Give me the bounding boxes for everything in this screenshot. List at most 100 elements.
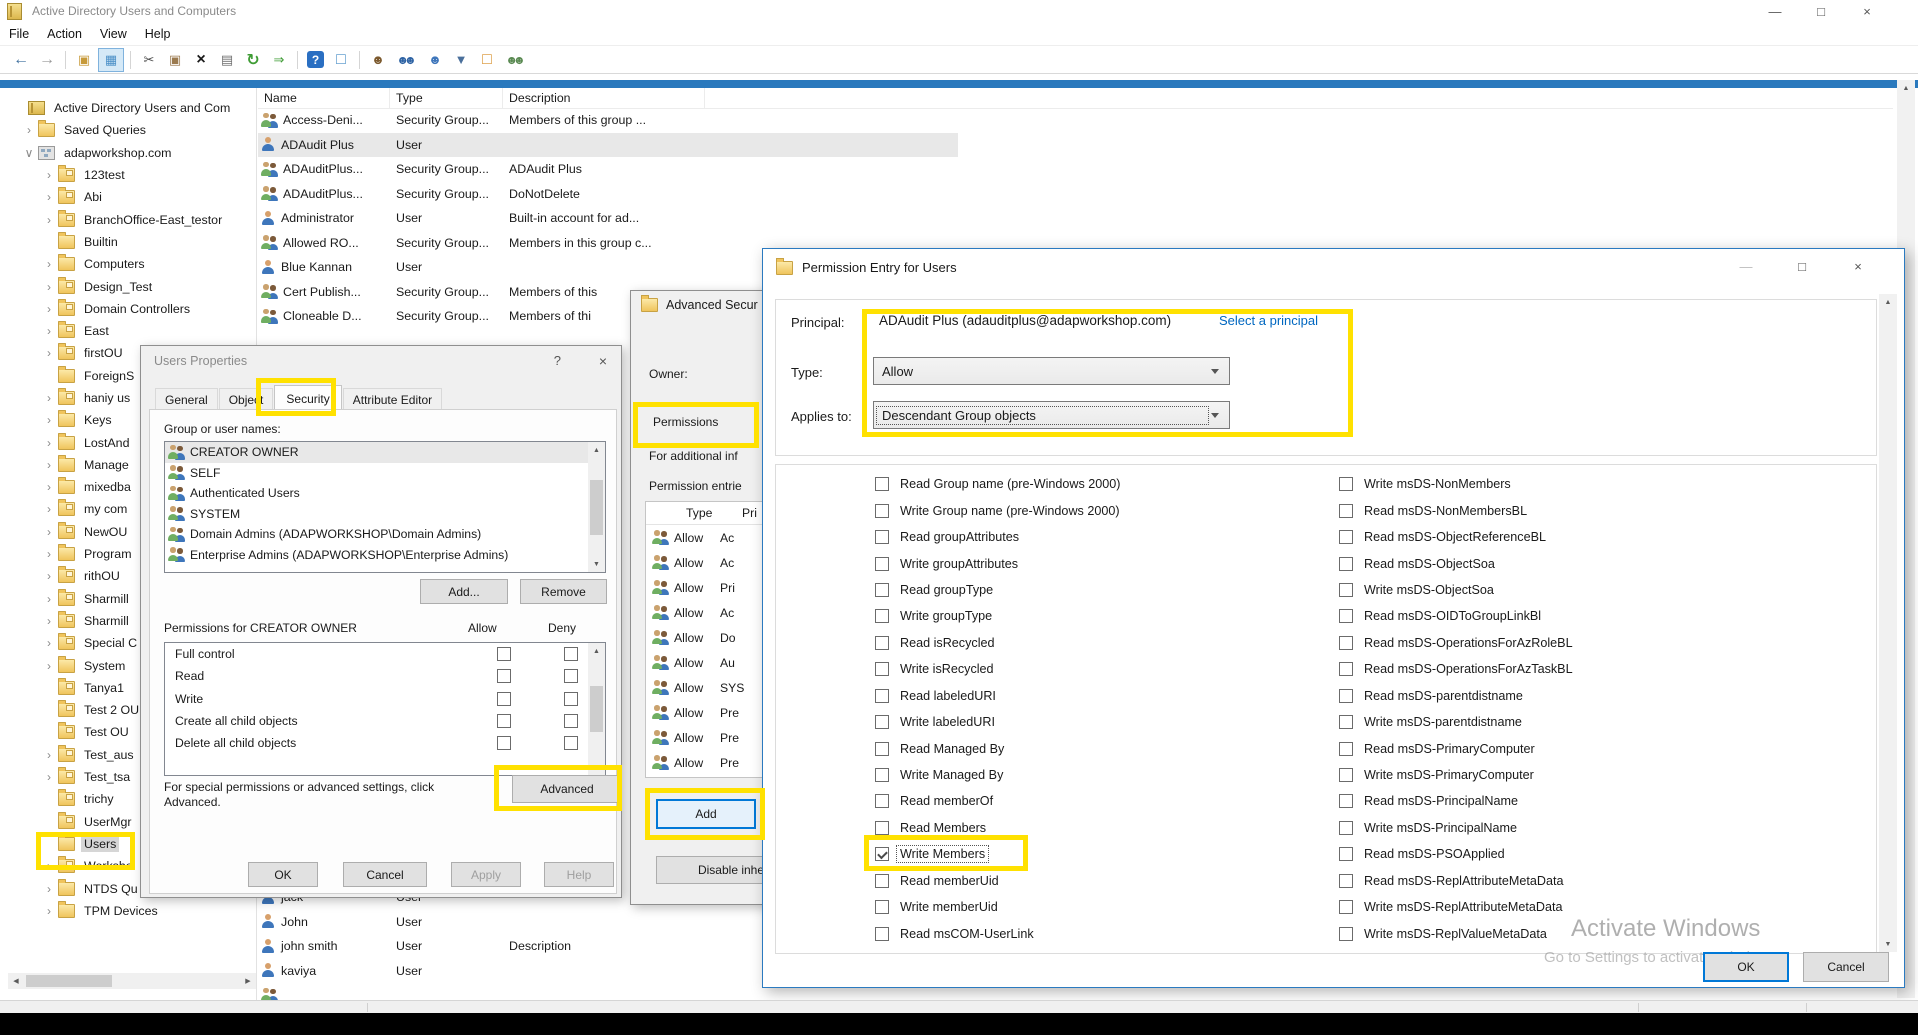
permission-checkbox[interactable] xyxy=(875,583,889,597)
allow-checkbox[interactable] xyxy=(497,647,511,661)
scroll-up-icon[interactable]: ▲ xyxy=(1880,294,1896,310)
tree-item[interactable]: Builtin xyxy=(8,231,256,253)
chevron-icon[interactable]: › xyxy=(42,324,56,338)
tree-item[interactable]: ∨ adapworkshop.com xyxy=(8,142,256,164)
permission-checkbox[interactable] xyxy=(1339,874,1353,888)
permission-checkbox[interactable] xyxy=(875,874,889,888)
allow-checkbox[interactable] xyxy=(497,714,511,728)
chevron-icon[interactable]: › xyxy=(42,859,56,873)
list-row[interactable]: Administrator User Built-in account for … xyxy=(258,206,958,231)
chevron-icon[interactable]: › xyxy=(42,770,56,784)
permission-checkbox[interactable] xyxy=(1339,504,1353,518)
close-button[interactable]: × xyxy=(1844,0,1890,22)
tree-item[interactable]: › East xyxy=(8,320,256,342)
chevron-icon[interactable]: › xyxy=(42,480,56,494)
scroll-right-icon[interactable]: ▶ xyxy=(240,973,256,989)
help-icon[interactable]: ? xyxy=(307,51,324,68)
tab[interactable]: Security xyxy=(274,385,341,412)
tree-item[interactable]: › 123test xyxy=(8,164,256,186)
chevron-icon[interactable]: › xyxy=(42,636,56,650)
allow-checkbox[interactable] xyxy=(497,669,511,683)
chevron-icon[interactable]: › xyxy=(42,346,56,360)
chevron-icon[interactable]: › xyxy=(42,391,56,405)
column-header-name[interactable]: Name xyxy=(258,88,390,108)
permission-checkbox[interactable] xyxy=(875,847,889,861)
permission-checkbox[interactable] xyxy=(1339,742,1353,756)
deny-checkbox[interactable] xyxy=(564,647,578,661)
ok-button[interactable]: OK xyxy=(1703,952,1789,982)
chevron-icon[interactable]: › xyxy=(42,458,56,472)
permission-checkbox[interactable] xyxy=(1339,583,1353,597)
forward-icon[interactable]: → xyxy=(35,49,59,71)
add-button[interactable]: Add... xyxy=(420,579,508,604)
chevron-icon[interactable]: › xyxy=(42,882,56,896)
permission-checkbox[interactable] xyxy=(1339,794,1353,808)
applies-to-dropdown[interactable]: Descendant Group objects xyxy=(873,401,1230,429)
permission-checkbox[interactable] xyxy=(1339,662,1353,676)
chevron-icon[interactable]: › xyxy=(22,123,36,137)
ok-button[interactable]: OK xyxy=(248,862,318,887)
maximize-button[interactable]: □ xyxy=(1774,255,1830,277)
delegate-icon[interactable]: ☻☻ xyxy=(501,49,530,71)
permission-entry-row[interactable]: Allow SYS xyxy=(646,675,780,700)
chevron-icon[interactable]: › xyxy=(42,257,56,271)
help-icon[interactable]: ? xyxy=(554,353,561,368)
create-group-icon[interactable]: ☻☻ xyxy=(392,49,421,71)
deny-checkbox[interactable] xyxy=(564,714,578,728)
maximize-button[interactable]: □ xyxy=(1798,0,1844,22)
permission-checkbox[interactable] xyxy=(875,504,889,518)
chevron-icon[interactable]: › xyxy=(42,190,56,204)
permission-checkbox[interactable] xyxy=(875,530,889,544)
permission-checkbox[interactable] xyxy=(875,636,889,650)
tree-item[interactable]: › Saved Queries xyxy=(8,119,256,141)
chevron-icon[interactable]: › xyxy=(42,659,56,673)
properties-list-icon[interactable]: ▤ xyxy=(215,49,239,71)
permission-entry-row[interactable]: Allow Ac xyxy=(646,525,780,550)
chevron-icon[interactable]: › xyxy=(42,614,56,628)
group-list-item[interactable]: CREATOR OWNER xyxy=(165,442,605,463)
permission-entry-row[interactable]: Allow Pre xyxy=(646,700,780,725)
group-list-item[interactable]: SYSTEM xyxy=(165,504,605,525)
apply-button[interactable]: Apply xyxy=(451,862,521,887)
list-row[interactable]: ADAuditPlus... Security Group... DoNotDe… xyxy=(258,182,958,207)
properties-window-icon[interactable]: □ xyxy=(475,49,499,71)
permission-entry-row[interactable]: Allow Do xyxy=(646,625,780,650)
permission-checkbox[interactable] xyxy=(1339,900,1353,914)
group-list-item[interactable]: Authenticated Users xyxy=(165,483,605,504)
tree-horizontal-scrollbar[interactable]: ◀ ▶ xyxy=(8,973,256,989)
cancel-button[interactable]: Cancel xyxy=(1803,952,1889,982)
menu-item[interactable]: File xyxy=(0,27,38,41)
close-button[interactable]: × xyxy=(1830,255,1886,277)
tab[interactable]: Object xyxy=(219,388,274,411)
scroll-up-icon[interactable]: ▲ xyxy=(589,643,605,659)
scroll-down-icon[interactable]: ▼ xyxy=(589,759,605,775)
permission-checkbox[interactable] xyxy=(875,821,889,835)
tree-item[interactable]: › TPM Devices xyxy=(8,900,256,922)
chevron-icon[interactable]: › xyxy=(42,280,56,294)
deny-checkbox[interactable] xyxy=(564,669,578,683)
chevron-icon[interactable]: › xyxy=(42,904,56,918)
chevron-icon[interactable]: › xyxy=(42,213,56,227)
permission-checkbox[interactable] xyxy=(1339,557,1353,571)
permission-checkbox[interactable] xyxy=(875,609,889,623)
tree-item[interactable]: › Computers xyxy=(8,253,256,275)
scroll-down-icon[interactable]: ▼ xyxy=(589,556,605,572)
remove-button[interactable]: Remove xyxy=(520,579,607,604)
permission-checkbox[interactable] xyxy=(875,477,889,491)
cancel-button[interactable]: Cancel xyxy=(343,862,427,887)
permission-checkbox[interactable] xyxy=(1339,927,1353,941)
export-list-icon[interactable]: ⇒ xyxy=(267,49,291,71)
group-list-item[interactable]: Enterprise Admins (ADAPWORKSHOP\Enterpri… xyxy=(165,545,605,566)
permission-checkbox[interactable] xyxy=(1339,609,1353,623)
tab[interactable]: Attribute Editor xyxy=(343,388,442,411)
chevron-icon[interactable]: ∨ xyxy=(22,146,36,160)
scroll-down-icon[interactable]: ▼ xyxy=(1880,936,1896,952)
advanced-button[interactable]: Advanced xyxy=(512,775,622,803)
permission-checkbox[interactable] xyxy=(875,715,889,729)
permission-entry-row[interactable]: Allow Ac xyxy=(646,550,780,575)
menu-item[interactable]: View xyxy=(91,27,136,41)
help-button[interactable]: Help xyxy=(544,862,614,887)
refresh-icon[interactable]: ↻ xyxy=(241,49,265,71)
column-header-description[interactable]: Description xyxy=(503,88,705,108)
scroll-left-icon[interactable]: ◀ xyxy=(8,973,24,989)
